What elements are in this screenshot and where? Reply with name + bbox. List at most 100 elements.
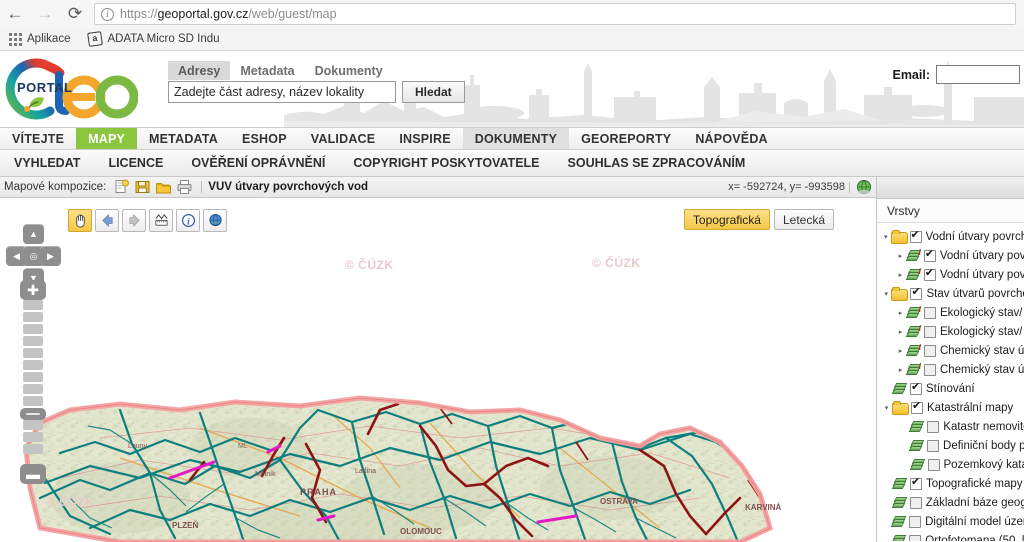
subnav-overeni-opravneni[interactable]: OVĚŘENÍ OPRÁVNĚNÍ bbox=[177, 156, 339, 170]
bookmark-adata[interactable]: a ADATA Micro SD Indu bbox=[79, 28, 228, 50]
layer-checkbox[interactable] bbox=[923, 267, 936, 281]
layer-row[interactable]: ▸i Vodní útvary pov bbox=[877, 246, 1024, 265]
zoom-out-button[interactable]: ▬ bbox=[20, 464, 46, 484]
open-composition-icon[interactable] bbox=[155, 179, 172, 195]
new-composition-icon[interactable] bbox=[113, 179, 130, 195]
search-input[interactable] bbox=[168, 81, 396, 103]
layer-row[interactable]: Digitální model územ bbox=[877, 512, 1024, 531]
zoom-slider-handle[interactable] bbox=[20, 408, 46, 420]
zoom-slider-track[interactable] bbox=[23, 300, 43, 462]
twisty-icon[interactable]: ▸ bbox=[895, 271, 906, 279]
layer-checkbox[interactable] bbox=[909, 229, 922, 243]
nav-vitejte[interactable]: VÍTEJTE bbox=[0, 128, 76, 149]
tab-dokumenty[interactable]: Dokumenty bbox=[305, 61, 393, 80]
baselayer-letecka[interactable]: Letecká bbox=[773, 209, 834, 230]
layer-checkbox[interactable] bbox=[910, 381, 922, 395]
layer-row[interactable]: Definiční body pa bbox=[877, 436, 1024, 455]
pan-up-button[interactable]: ▲ bbox=[23, 224, 44, 244]
baselayer-topograficka[interactable]: Topografická bbox=[683, 209, 770, 230]
twisty-icon[interactable]: ▸ bbox=[895, 252, 906, 260]
zoom-in-button[interactable]: ✚ bbox=[20, 280, 46, 300]
print-composition-icon[interactable] bbox=[176, 179, 193, 195]
nav-inspire[interactable]: INSPIRE bbox=[387, 128, 462, 149]
info-tool[interactable]: i bbox=[176, 209, 200, 232]
tab-adresy[interactable]: Adresy bbox=[168, 61, 231, 80]
save-composition-icon[interactable] bbox=[134, 179, 151, 195]
search-button[interactable]: Hledat bbox=[402, 81, 465, 103]
subnav-licence[interactable]: LICENCE bbox=[94, 156, 177, 170]
layer-row[interactable]: Katastr nemovito bbox=[877, 417, 1024, 436]
forward-extent-tool[interactable] bbox=[122, 209, 146, 232]
layer-checkbox[interactable] bbox=[911, 400, 923, 414]
back-extent-tool[interactable] bbox=[95, 209, 119, 232]
layer-row[interactable]: Stínování bbox=[877, 379, 1024, 398]
nav-napoveda[interactable]: NÁPOVĚDA bbox=[683, 128, 779, 149]
layer-checkbox[interactable] bbox=[923, 344, 936, 357]
map-viewport[interactable]: ML PRAHA OSTRAVA PRAHA Ladina OSTRAVA PL… bbox=[0, 198, 876, 542]
map-canvas[interactable]: ML PRAHA OSTRAVA PRAHA Ladina OSTRAVA PL… bbox=[0, 198, 876, 542]
layer-row[interactable]: ▾ Katastrální mapy bbox=[877, 398, 1024, 417]
layer-checkbox[interactable] bbox=[909, 515, 922, 528]
identify-tool[interactable] bbox=[203, 209, 227, 232]
layer-checkbox[interactable] bbox=[927, 458, 940, 471]
layer-row[interactable]: ▸i Vodní útvary pov bbox=[877, 265, 1024, 284]
layer-checkbox[interactable] bbox=[910, 476, 922, 490]
layer-tree[interactable]: ▾Vodní útvary povrchov▸iVodní útvary pov… bbox=[877, 223, 1024, 541]
tab-metadata[interactable]: Metadata bbox=[230, 61, 304, 80]
twisty-icon[interactable]: ▸ bbox=[895, 328, 906, 336]
map-coordinates: x= -592724, y= -993598 bbox=[728, 181, 845, 193]
subnav-copyright-poskytovatele[interactable]: COPYRIGHT POSKYTOVATELE bbox=[339, 156, 553, 170]
nav-metadata[interactable]: METADATA bbox=[137, 128, 230, 149]
nav-dokumenty[interactable]: DOKUMENTY bbox=[462, 128, 570, 149]
layer-row[interactable]: Ortofotomapa (50. lé bbox=[877, 531, 1024, 541]
layer-checkbox[interactable] bbox=[909, 534, 922, 541]
layer-row[interactable]: ▸ i Chemický stav ú bbox=[877, 360, 1024, 379]
layer-checkbox[interactable] bbox=[923, 363, 936, 376]
back-icon[interactable]: ← bbox=[0, 1, 30, 27]
twisty-icon[interactable]: ▾ bbox=[881, 290, 891, 298]
layer-panel: Vrstvy ▾Vodní útvary povrchov▸iVodní útv… bbox=[876, 177, 1024, 542]
pan-tool[interactable] bbox=[68, 209, 92, 232]
site-info-icon[interactable]: i bbox=[101, 7, 114, 21]
subnav-souhlas-se-zpracovanim[interactable]: SOUHLAS SE ZPRACOVÁNÍM bbox=[554, 156, 760, 170]
layer-checkbox[interactable] bbox=[927, 439, 940, 452]
layer-checkbox[interactable] bbox=[923, 248, 936, 262]
layer-label: Katastr nemovito bbox=[943, 420, 1024, 433]
layer-checkbox[interactable] bbox=[924, 306, 936, 319]
twisty-icon[interactable]: ▸ bbox=[895, 347, 906, 355]
layer-row[interactable]: ▸ i Chemický stav ú bbox=[877, 341, 1024, 360]
layer-label: Topografické mapy bbox=[926, 477, 1023, 490]
twisty-icon[interactable]: ▾ bbox=[881, 233, 891, 241]
bookmark-apps[interactable]: Aplikace bbox=[0, 28, 79, 50]
globe-icon[interactable] bbox=[856, 179, 872, 195]
nav-validace[interactable]: VALIDACE bbox=[299, 128, 388, 149]
layer-checkbox[interactable] bbox=[924, 325, 936, 338]
forward-icon[interactable]: → bbox=[30, 1, 60, 27]
layer-row[interactable]: ▸ i Ekologický stav/ bbox=[877, 322, 1024, 341]
layer-checkbox[interactable] bbox=[927, 420, 940, 433]
layer-checkbox[interactable] bbox=[910, 286, 923, 300]
layer-row[interactable]: ▾ Stav útvarů povrcho bbox=[877, 284, 1024, 303]
address-bar[interactable]: i https://geoportal.gov.cz/web/guest/map bbox=[94, 3, 1016, 25]
nav-eshop[interactable]: ESHOP bbox=[230, 128, 299, 149]
measure-tool[interactable] bbox=[149, 209, 173, 232]
layer-label: Chemický stav ú bbox=[939, 344, 1024, 357]
layer-row[interactable]: ▾ Vodní útvary povrchov bbox=[877, 227, 1024, 246]
reload-icon[interactable]: ⟳ bbox=[60, 1, 90, 27]
layer-row[interactable]: Pozemkový kata bbox=[877, 455, 1024, 474]
twisty-icon[interactable]: ▸ bbox=[895, 366, 906, 374]
nav-mapy[interactable]: MAPY bbox=[76, 128, 138, 149]
email-field[interactable] bbox=[936, 65, 1020, 84]
pan-right-button[interactable]: ▶ bbox=[40, 246, 61, 266]
site-logo[interactable]: PORTAL bbox=[4, 57, 138, 121]
layer-row[interactable]: ▸ i Ekologický stav/ bbox=[877, 303, 1024, 322]
subnav-vyhledat[interactable]: VYHLEDAT bbox=[0, 156, 94, 170]
twisty-icon[interactable]: ▸ bbox=[895, 309, 906, 317]
layer-icon bbox=[909, 458, 925, 471]
nav-georeporty[interactable]: GEOREPORTY bbox=[569, 128, 683, 149]
layer-row[interactable]: Základní báze geog bbox=[877, 493, 1024, 512]
layer-row[interactable]: Topografické mapy bbox=[877, 474, 1024, 493]
twisty-icon[interactable]: ▾ bbox=[881, 404, 892, 412]
toolbar-divider bbox=[201, 181, 203, 193]
layer-checkbox[interactable] bbox=[909, 496, 922, 509]
